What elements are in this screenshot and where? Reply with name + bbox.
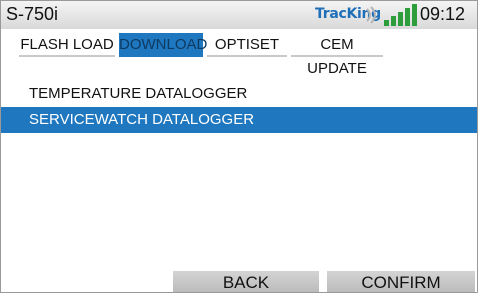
device-screen: S-750i TracKing 09:12 FLASH LOAD DOWNLOA… [0,0,478,293]
device-name: S-750i [6,4,59,24]
clock: 09:12 [419,4,465,24]
tab-cem-update[interactable]: CEM UPDATE [291,33,383,77]
status-bar: S-750i TracKing 09:12 [1,1,477,29]
confirm-button[interactable]: CONFIRM [327,271,475,292]
list-item-temperature-datalogger[interactable]: TEMPERATURE DATALOGGER [1,81,477,107]
tracking-logo: TracKing [313,4,423,26]
tab-optiset[interactable]: OPTISET [207,33,287,57]
wifi-waves-icon [366,6,376,24]
tab-download[interactable]: DOWNLOAD [119,33,207,57]
tab-bar: FLASH LOAD DOWNLOAD OPTISET CEM UPDATE [1,29,477,77]
signal-bars-icon [384,4,417,26]
back-button[interactable]: BACK [173,271,319,292]
list-item-servicewatch-datalogger[interactable]: SERVICEWATCH DATALOGGER [1,107,477,133]
tab-flash-load[interactable]: FLASH LOAD [19,33,115,57]
